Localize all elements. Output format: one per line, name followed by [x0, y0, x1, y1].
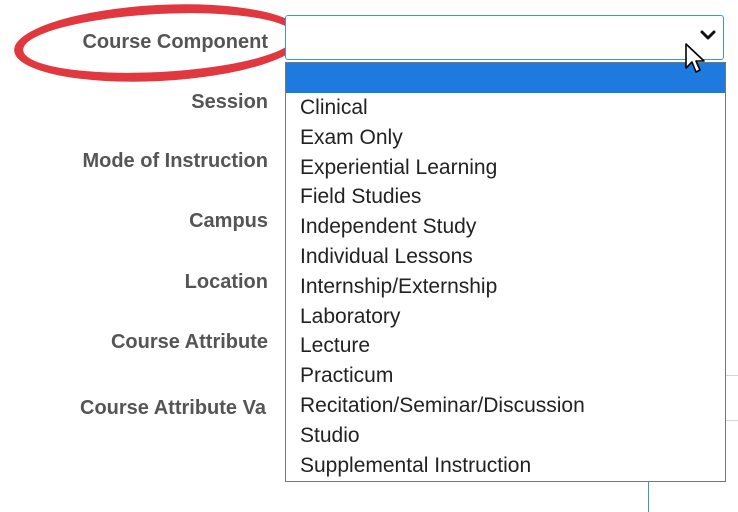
label-location: Location [184, 271, 268, 293]
dropdown-option-independent-study[interactable]: Independent Study [286, 212, 725, 242]
dropdown-option-exam-only[interactable]: Exam Only [286, 123, 725, 153]
course-component-dropdown-list: Clinical Exam Only Experiential Learning… [285, 62, 726, 482]
label-course-attribute-value: Course Attribute Va [80, 397, 266, 419]
course-component-select[interactable] [285, 15, 724, 60]
dropdown-option-supplemental-instruction[interactable]: Supplemental Instruction [286, 451, 725, 481]
background-field-edge [648, 482, 649, 512]
dropdown-option-lecture[interactable]: Lecture [286, 331, 725, 361]
annotation-highlight-ring [12, 0, 306, 89]
dropdown-option-clinical[interactable]: Clinical [286, 93, 725, 123]
dropdown-option-internship-externship[interactable]: Internship/Externship [286, 272, 725, 302]
dropdown-option-field-studies[interactable]: Field Studies [286, 182, 725, 212]
dropdown-option-laboratory[interactable]: Laboratory [286, 302, 725, 332]
dropdown-option-individual-lessons[interactable]: Individual Lessons [286, 242, 725, 272]
dropdown-option-recitation-seminar-discussion[interactable]: Recitation/Seminar/Discussion [286, 391, 725, 421]
background-field-edge [726, 375, 738, 376]
dropdown-option-practicum[interactable]: Practicum [286, 361, 725, 391]
dropdown-option-blank-highlighted[interactable] [286, 63, 725, 93]
label-session: Session [191, 91, 268, 113]
cursor-icon [685, 43, 705, 73]
background-field-edge [726, 420, 738, 421]
dropdown-option-experiential-learning[interactable]: Experiential Learning [286, 153, 725, 183]
label-mode-of-instruction: Mode of Instruction [82, 150, 268, 172]
label-campus: Campus [189, 210, 268, 232]
label-course-attribute: Course Attribute [110, 331, 268, 353]
dropdown-option-studio[interactable]: Studio [286, 421, 725, 451]
